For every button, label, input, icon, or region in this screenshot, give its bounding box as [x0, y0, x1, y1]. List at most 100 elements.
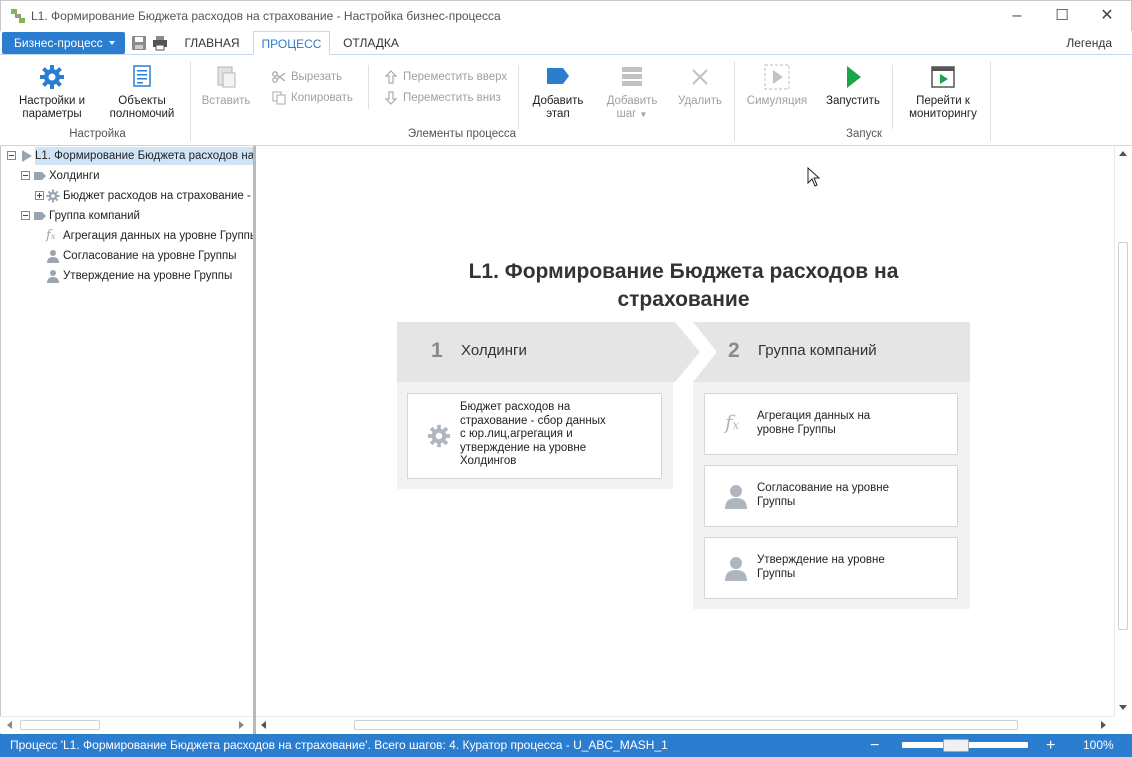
- simulation-button[interactable]: Симуляция: [742, 63, 812, 108]
- process-title-line2: страхование: [617, 288, 750, 311]
- ribbon-separator: [190, 61, 191, 141]
- cut-button[interactable]: Вырезать: [272, 69, 342, 85]
- canvas-horizontal-scrollbar[interactable]: [256, 716, 1114, 733]
- paste-icon: [217, 66, 236, 88]
- tab-process[interactable]: ПРОЦЕСС: [253, 31, 330, 55]
- run-label: Запустить: [826, 95, 880, 107]
- ribbon: Настройки и параметры Объекты полномочий…: [0, 55, 1132, 146]
- scroll-left-icon[interactable]: [7, 721, 12, 729]
- play-icon: [847, 66, 861, 88]
- step-title-line: Согласование на уровне: [757, 482, 889, 494]
- authority-objects-button[interactable]: Объекты полномочий: [102, 63, 182, 121]
- tree-step-label: Согласование на уровне Группы: [63, 250, 237, 262]
- step-card[interactable]: fx Агрегация данных на уровне Группы: [704, 393, 958, 455]
- simulation-label: Симуляция: [746, 95, 808, 107]
- tree-step[interactable]: Согласование на уровне Группы: [1, 247, 253, 265]
- zoom-out-button[interactable]: −: [870, 734, 879, 757]
- move-up-button[interactable]: Переместить вверх: [384, 69, 507, 85]
- simulation-icon: [764, 64, 790, 90]
- run-button[interactable]: Запустить: [820, 63, 886, 108]
- mouse-cursor-icon: [807, 167, 821, 187]
- process-tree: L1. Формирование Бюджета расходов на с Х…: [0, 146, 253, 734]
- tree-stage-2[interactable]: Группа компаний: [1, 207, 253, 225]
- move-down-button[interactable]: Переместить вниз: [384, 90, 501, 106]
- ribbon-separator: [990, 61, 991, 141]
- legend-button[interactable]: Легенда: [1066, 31, 1112, 55]
- scroll-right-icon[interactable]: [1101, 721, 1106, 729]
- gear-icon: [427, 424, 451, 448]
- chevron-down-icon: ▼: [639, 110, 648, 119]
- tab-debug[interactable]: ОТЛАДКА: [337, 31, 405, 55]
- settings-params-button[interactable]: Настройки и параметры: [12, 63, 92, 121]
- scroll-thumb[interactable]: [1118, 242, 1128, 630]
- stage-number: 1: [431, 339, 443, 362]
- function-icon: fx: [46, 228, 56, 243]
- scroll-right-icon[interactable]: [239, 721, 244, 729]
- arrow-down-icon: [384, 91, 398, 105]
- expand-icon[interactable]: [35, 191, 44, 200]
- close-icon: [692, 69, 708, 85]
- collapse-icon[interactable]: [21, 171, 30, 180]
- step-title: Агрегация данных на уровне Группы: [757, 410, 947, 437]
- scroll-thumb[interactable]: [354, 720, 1018, 730]
- add-step-line2: шаг: [616, 108, 637, 120]
- step-title-line: Утверждение на уровне: [757, 554, 885, 566]
- ribbon-separator: [892, 65, 893, 129]
- app-icon: [11, 9, 25, 23]
- delete-button[interactable]: Удалить: [672, 63, 728, 108]
- step-card[interactable]: Бюджет расходов на страхование - сбор да…: [407, 393, 662, 479]
- scissors-icon: [272, 71, 286, 83]
- user-icon: [725, 485, 747, 509]
- step-title: Утверждение на уровне Группы: [757, 554, 947, 581]
- tree-root[interactable]: L1. Формирование Бюджета расходов на с: [1, 147, 253, 165]
- print-icon[interactable]: [152, 35, 168, 51]
- close-button[interactable]: ✕: [1096, 5, 1118, 27]
- scroll-up-icon[interactable]: [1119, 151, 1127, 156]
- scroll-left-icon[interactable]: [261, 721, 266, 729]
- canvas-vertical-scrollbar[interactable]: [1114, 146, 1131, 716]
- gear-icon: [40, 65, 64, 89]
- go-to-monitoring-button[interactable]: Перейти к мониторингу: [900, 63, 986, 121]
- zoom-level: 100%: [1083, 738, 1114, 752]
- tree-step[interactable]: fx Агрегация данных на уровне Группы: [1, 227, 253, 245]
- tree-step[interactable]: Утверждение на уровне Группы: [1, 267, 253, 285]
- document-icon: [133, 65, 151, 87]
- save-icon[interactable]: [131, 35, 147, 51]
- process-icon: [22, 150, 32, 162]
- step-title-line: уровне Группы: [757, 423, 836, 436]
- copy-button[interactable]: Копировать: [272, 90, 353, 106]
- ribbon-separator: [734, 61, 735, 141]
- function-icon: fx: [725, 410, 740, 434]
- step-card[interactable]: Утверждение на уровне Группы: [704, 537, 958, 599]
- copy-icon: [272, 91, 286, 105]
- stage-name[interactable]: Холдинги: [461, 342, 527, 359]
- step-card[interactable]: Согласование на уровне Группы: [704, 465, 958, 527]
- minimize-button[interactable]: –: [1006, 5, 1028, 27]
- tree-stage-2-label: Группа компаний: [49, 210, 140, 222]
- monitoring-line1: Перейти к: [916, 95, 970, 107]
- business-process-menu-button[interactable]: Бизнес-процесс: [2, 32, 125, 54]
- add-step-button[interactable]: Добавить шаг ▼: [598, 63, 666, 121]
- user-icon: [725, 557, 747, 581]
- add-stage-line2: этап: [546, 108, 570, 120]
- paste-button[interactable]: Вставить: [196, 63, 256, 108]
- tree-step[interactable]: Бюджет расходов на страхование - с: [1, 187, 253, 205]
- step-title: Бюджет расходов на страхование - сбор да…: [460, 401, 655, 469]
- zoom-slider-thumb[interactable]: [943, 739, 969, 752]
- collapse-icon[interactable]: [21, 211, 30, 220]
- step-title-line: Группы: [757, 495, 796, 508]
- scroll-thumb[interactable]: [20, 720, 100, 730]
- stage-flag-icon: [34, 172, 46, 180]
- tree-horizontal-scrollbar[interactable]: [0, 716, 253, 733]
- scroll-down-icon[interactable]: [1119, 705, 1127, 710]
- tab-main[interactable]: ГЛАВНАЯ: [178, 31, 246, 55]
- zoom-in-button[interactable]: +: [1046, 734, 1055, 757]
- add-step-line1: Добавить: [606, 95, 658, 107]
- stage-name[interactable]: Группа компаний: [758, 342, 877, 359]
- collapse-icon[interactable]: [7, 151, 16, 160]
- maximize-button[interactable]: ☐: [1051, 5, 1073, 27]
- authority-objects-line1: Объекты: [118, 95, 166, 107]
- tree-root-label: L1. Формирование Бюджета расходов на с: [35, 147, 253, 165]
- add-stage-button[interactable]: Добавить этап: [526, 63, 590, 121]
- tree-stage-1[interactable]: Холдинги: [1, 167, 253, 185]
